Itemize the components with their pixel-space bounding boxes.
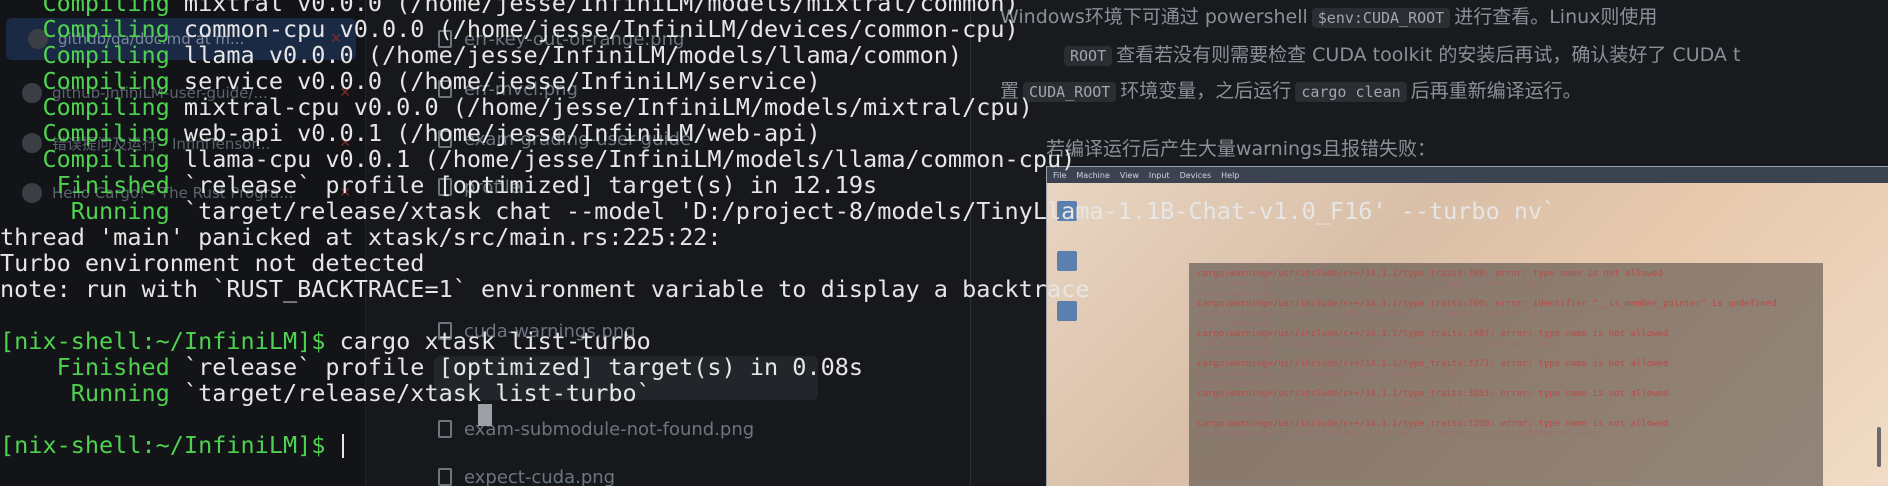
- cargo-status-keyword: Compiling: [0, 41, 170, 69]
- shell-command: cargo xtask list-turbo: [325, 327, 651, 355]
- terminal-line-text: service v0.0.0 (/home/jesse/InfiniLM/ser…: [169, 67, 821, 95]
- terminal-line: Compiling mixtral v0.0.0 (/home/jesse/In…: [0, 0, 1888, 16]
- file-list-item[interactable]: expect-cuda.png: [438, 462, 615, 486]
- terminal-line-text: Turbo environment not detected: [0, 249, 425, 277]
- terminal-line: note: run with `RUST_BACKTRACE=1` enviro…: [0, 276, 1888, 302]
- terminal-line-text: `target/release/xtask list-turbo`: [169, 379, 651, 407]
- terminal-line: Finished `release` profile [optimized] t…: [0, 172, 1888, 198]
- terminal-line: Compiling llama v0.0.0 (/home/jesse/Infi…: [0, 42, 1888, 68]
- shell-prompt: [nix-shell:~/InfiniLM]$: [0, 431, 326, 459]
- terminal-line-text: `release` profile [optimized] target(s) …: [169, 171, 878, 199]
- terminal-line-text: `release` profile [optimized] target(s) …: [169, 353, 864, 381]
- shell-prompt: [nix-shell:~/InfiniLM]$: [0, 327, 326, 355]
- cargo-status-keyword: Running: [0, 197, 170, 225]
- cargo-status-keyword: Compiling: [0, 93, 170, 121]
- cargo-status-keyword: Finished: [0, 353, 170, 381]
- terminal-line: [nix-shell:~/InfiniLM]$ cargo xtask list…: [0, 328, 1888, 354]
- terminal-line-text: `target/release/xtask chat --model 'D:/p…: [169, 197, 1557, 225]
- terminal-line-text: llama v0.0.0 (/home/jesse/InfiniLM/model…: [169, 41, 963, 69]
- terminal-line: Compiling service v0.0.0 (/home/jesse/In…: [0, 68, 1888, 94]
- terminal-line-text: mixtral-cpu v0.0.0 (/home/jesse/InfiniLM…: [169, 93, 1033, 121]
- terminal-line: Running `target/release/xtask list-turbo…: [0, 380, 1888, 406]
- terminal-line-text: common-cpu v0.0.0 (/home/jesse/InfiniLM/…: [169, 15, 1019, 43]
- cargo-status-keyword: Compiling: [0, 15, 170, 43]
- terminal-line: [nix-shell:~/InfiniLM]$: [0, 432, 1888, 458]
- terminal-line: Turbo environment not detected: [0, 250, 1888, 276]
- cargo-status-keyword: Compiling: [0, 145, 170, 173]
- terminal-line: Finished `release` profile [optimized] t…: [0, 354, 1888, 380]
- terminal-line-text: note: run with `RUST_BACKTRACE=1` enviro…: [0, 275, 1090, 303]
- file-icon: [438, 468, 452, 486]
- file-name: expect-cuda.png: [464, 466, 616, 486]
- cargo-status-keyword: Running: [0, 379, 170, 407]
- cargo-status-keyword: Finished: [0, 171, 170, 199]
- cargo-status-keyword: Compiling: [0, 67, 170, 95]
- terminal-line: Compiling web-api v0.0.1 (/home/jesse/In…: [0, 120, 1888, 146]
- cargo-status-keyword: Compiling: [0, 119, 170, 147]
- terminal-line: thread 'main' panicked at xtask/src/main…: [0, 224, 1888, 250]
- shell-command: [325, 431, 339, 459]
- terminal-output[interactable]: Compiling mixtral v0.0.0 (/home/jesse/In…: [0, 0, 1888, 458]
- terminal-line: Compiling common-cpu v0.0.0 (/home/jesse…: [0, 16, 1888, 42]
- terminal-line: Running `target/release/xtask chat --mod…: [0, 198, 1888, 224]
- terminal-caret: [341, 434, 344, 458]
- terminal-line-text: thread 'main' panicked at xtask/src/main…: [0, 223, 722, 251]
- terminal-line: Compiling llama-cpu v0.0.1 (/home/jesse/…: [0, 146, 1888, 172]
- terminal-line: Compiling mixtral-cpu v0.0.0 (/home/jess…: [0, 94, 1888, 120]
- ghost-text-cursor: [478, 404, 492, 426]
- terminal-line-text: web-api v0.0.1 (/home/jesse/InfiniLM/web…: [169, 119, 821, 147]
- terminal-line-text: llama-cpu v0.0.1 (/home/jesse/InfiniLM/m…: [169, 145, 1076, 173]
